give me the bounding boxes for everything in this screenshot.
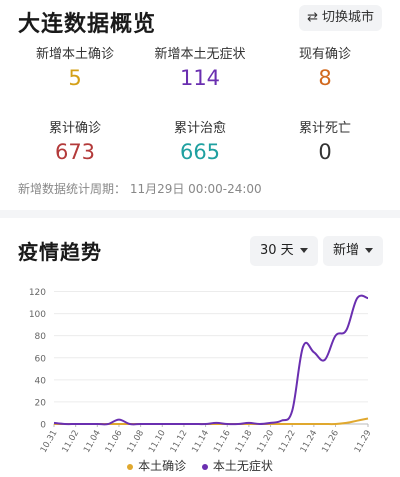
range-dropdown[interactable]: 30 天: [250, 236, 318, 266]
trend-chart: 0 20 40 60 80 100 120 10.31 11.02 11.04 11.06 11.08…: [29, 288, 374, 455]
mode-dropdown[interactable]: 新增: [323, 236, 384, 266]
legend-item-confirmed: 本土确诊: [127, 459, 186, 473]
y-tick-label: 60: [35, 354, 47, 364]
stat-label: 累计治愈: [173, 121, 226, 136]
page-title: 大连数据概览: [18, 12, 157, 37]
stat-value: 8: [318, 66, 332, 90]
stat-new-local-confirmed: 新增本土确诊 5: [10, 43, 140, 90]
mode-dropdown-label: 新增: [333, 243, 360, 258]
x-tick-label: 11.14: [190, 429, 211, 455]
stat-value: 665: [179, 140, 221, 164]
stat-label: 累计死亡: [298, 121, 351, 136]
legend-dot: [201, 463, 208, 470]
overview-panel: 大连数据概览 ⇄ 切换城市 新增本土确诊 5 新增本土无症状 114 现有确诊 …: [0, 0, 400, 212]
caret-down-icon: [299, 248, 308, 253]
legend-label: 本土确诊: [138, 459, 187, 473]
trend-title: 疫情趋势: [18, 240, 102, 264]
stat-current-confirmed: 现有确诊 8: [260, 43, 390, 90]
legend-dot: [127, 463, 134, 470]
x-tick-label: 11.08: [125, 429, 146, 455]
x-tick-label: 10.31: [39, 429, 60, 455]
x-tick-label: 11.10: [147, 429, 168, 455]
x-tick-label: 11.12: [169, 429, 190, 455]
legend-item-asymptomatic: 本土无症状: [201, 459, 273, 473]
switch-city-button[interactable]: ⇄ 切换城市: [299, 5, 382, 31]
stat-total-cured: 累计治愈 665: [135, 117, 265, 164]
stats-period: 新增数据统计周期： 11月29日 00:00-24:00: [18, 182, 262, 196]
section-divider: [0, 210, 400, 218]
x-tick-label: 11.20: [255, 429, 276, 455]
x-tick-label: 11.24: [299, 429, 320, 455]
x-tick-label: 11.04: [82, 429, 103, 455]
swap-arrows-icon: ⇄: [307, 10, 318, 25]
stat-value: 114: [179, 66, 221, 90]
chart-legend: 本土确诊 本土无症状: [0, 457, 400, 474]
stat-value: 0: [318, 140, 332, 164]
range-dropdown-label: 30 天: [260, 243, 294, 258]
x-tick-label: 11.22: [277, 429, 298, 455]
stat-label: 新增本土确诊: [35, 47, 114, 62]
stat-new-local-asymptomatic: 新增本土无症状 114: [135, 43, 265, 90]
stat-label: 现有确诊: [298, 47, 351, 62]
y-tick-label: 100: [29, 310, 46, 320]
x-tick-label: 11.16: [212, 429, 233, 455]
x-tick-label: 11.26: [320, 429, 341, 455]
x-tick-label: 11.29: [353, 429, 374, 455]
stat-total-deaths: 累计死亡 0: [260, 117, 390, 164]
legend-label: 本土无症状: [212, 459, 273, 473]
stat-total-confirmed: 累计确诊 673: [10, 117, 140, 164]
y-tick-label: 120: [29, 288, 46, 298]
stat-label: 累计确诊: [48, 121, 101, 136]
series-line-asymptomatic: [53, 294, 369, 426]
caret-down-icon: [365, 248, 374, 253]
switch-city-label: 切换城市: [321, 10, 374, 25]
stat-label: 新增本土无症状: [154, 47, 246, 62]
y-tick-label: 0: [40, 421, 46, 431]
y-tick-label: 40: [35, 376, 47, 386]
stat-value: 673: [54, 140, 96, 164]
x-tick-label: 11.02: [60, 429, 81, 455]
x-tick-label: 11.18: [234, 429, 255, 455]
y-tick-label: 20: [35, 398, 47, 408]
y-tick-label: 80: [35, 332, 47, 342]
x-tick-label: 11.06: [104, 429, 125, 455]
stat-value: 5: [68, 66, 82, 90]
